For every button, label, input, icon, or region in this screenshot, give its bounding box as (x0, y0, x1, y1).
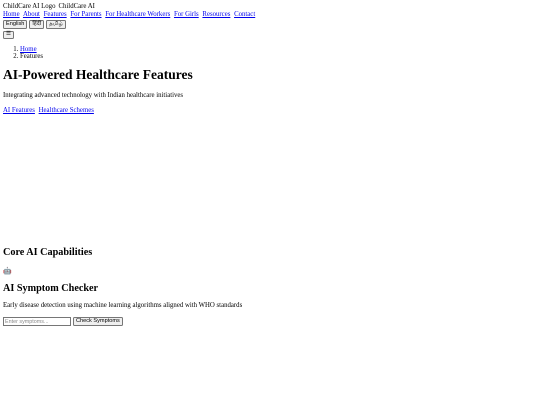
nav-link-contact[interactable]: Contact (234, 11, 255, 18)
symptom-checker-form: Check Symptoms (3, 317, 124, 326)
page-title: AI-Powered Healthcare Features (3, 66, 193, 82)
logo-image: ChildCare AI Logo (3, 3, 56, 10)
card-description: Early disease detection using machine le… (3, 302, 243, 309)
nav-link-for-girls[interactable]: For Girls (174, 11, 199, 18)
breadcrumb-item-features: Features (20, 53, 540, 60)
nav-link-home[interactable]: Home (3, 11, 20, 18)
tab-ai-features[interactable]: AI Features (3, 107, 35, 114)
site-header: ChildCare AI Logo ChildCare AI (3, 3, 540, 11)
language-button-english[interactable]: English (3, 19, 28, 29)
breadcrumb-item-home: Home (20, 46, 540, 53)
page: ChildCare AI Logo ChildCare AI Home Abou… (0, 0, 540, 405)
nav-link-features[interactable]: Features (44, 11, 67, 18)
language-switcher: English हिंदी தமிழ் (3, 19, 540, 29)
main-nav: Home About Features For Parents For Heal… (3, 11, 540, 19)
robot-icon: 🤖 (3, 267, 12, 275)
card-title-symptom-checker: AI Symptom Checker (3, 283, 99, 294)
breadcrumb: Home Features (3, 46, 540, 61)
hamburger-icon: ☰ (6, 30, 12, 37)
nav-link-resources[interactable]: Resources (202, 11, 230, 18)
breadcrumb-link-home[interactable]: Home (20, 46, 37, 53)
page-subtitle: Integrating advanced technology with Ind… (3, 91, 184, 99)
nav-link-for-healthcare-workers[interactable]: For Healthcare Workers (105, 11, 170, 18)
nav-link-about[interactable]: About (23, 11, 40, 18)
nav-link-for-parents[interactable]: For Parents (70, 11, 101, 18)
check-symptoms-button[interactable]: Check Symptoms (73, 317, 123, 326)
section-heading-core-capabilities: Core AI Capabilities (3, 247, 93, 258)
tab-healthcare-schemes[interactable]: Healthcare Schemes (39, 107, 94, 114)
symptoms-input[interactable] (3, 317, 71, 326)
feature-tabs: AI Features Healthcare Schemes (3, 107, 540, 115)
menu-toggle-button[interactable]: ☰ (3, 30, 15, 39)
brand-name: ChildCare AI (58, 3, 95, 10)
language-button-tamil[interactable]: தமிழ் (46, 19, 66, 29)
language-button-hindi[interactable]: हिंदी (29, 19, 45, 29)
